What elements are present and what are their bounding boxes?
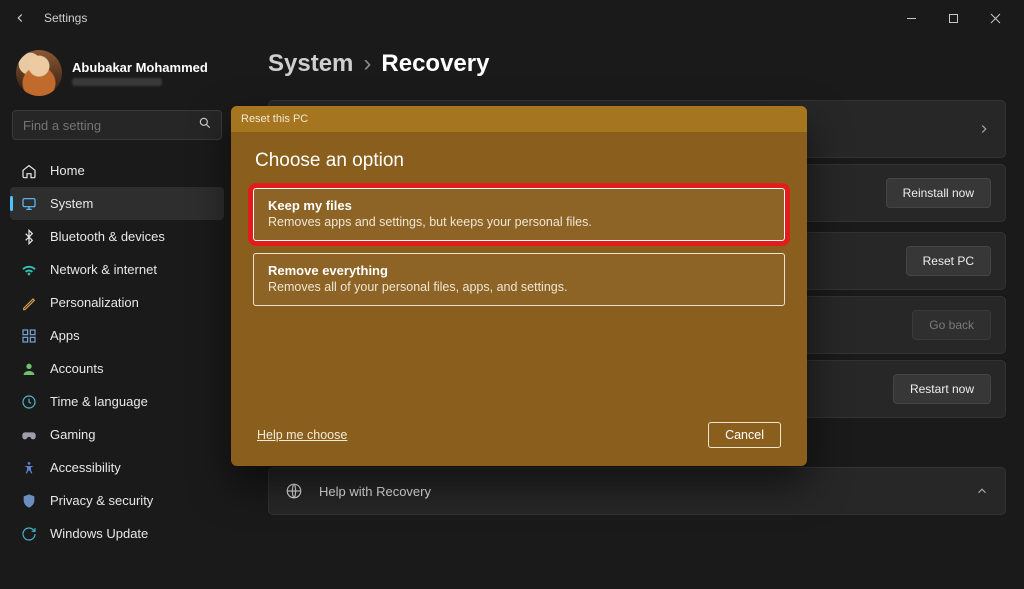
help-recovery-label: Help with Recovery [319, 484, 431, 499]
search-input[interactable] [12, 110, 222, 140]
sidebar-item-personal[interactable]: Personalization [10, 286, 224, 319]
nav: Home System Bluetooth & devices Network & i… [10, 154, 224, 550]
caption-buttons [890, 4, 1016, 32]
sidebar-item-access[interactable]: Accessibility [10, 451, 224, 484]
sidebar-item-label: Bluetooth & devices [50, 229, 165, 244]
option-remove-title: Remove everything [268, 263, 770, 278]
sidebar-item-net[interactable]: Network & internet [10, 253, 224, 286]
access-icon [20, 459, 38, 477]
breadcrumb-separator: › [363, 50, 371, 78]
sidebar-item-gaming[interactable]: Gaming [10, 418, 224, 451]
sidebar-item-label: Apps [50, 328, 80, 343]
minimize-button[interactable] [890, 4, 932, 32]
update-icon [20, 525, 38, 543]
titlebar: Settings [0, 0, 1024, 36]
profile-block[interactable]: Abubakar Mohammed [10, 42, 224, 110]
help-me-choose-link[interactable]: Help me choose [257, 428, 347, 442]
personal-icon [20, 294, 38, 312]
chevron-up-icon [975, 484, 989, 498]
privacy-icon [20, 492, 38, 510]
sidebar-item-label: Windows Update [50, 526, 148, 541]
avatar [16, 50, 62, 96]
chevron-right-icon [977, 122, 991, 136]
sidebar-item-label: System [50, 196, 93, 211]
maximize-button[interactable] [932, 4, 974, 32]
time-icon [20, 393, 38, 411]
sidebar-item-time[interactable]: Time & language [10, 385, 224, 418]
dialog-caption: Reset this PC [241, 113, 308, 125]
help-recovery-row[interactable]: Help with Recovery [268, 467, 1006, 515]
dialog-title: Choose an option [255, 150, 785, 172]
sidebar-item-label: Gaming [50, 427, 96, 442]
bt-icon [20, 228, 38, 246]
goback-button: Go back [912, 310, 991, 340]
sidebar-item-bt[interactable]: Bluetooth & devices [10, 220, 224, 253]
profile-name: Abubakar Mohammed [72, 60, 208, 75]
accounts-icon [20, 360, 38, 378]
window-title: Settings [44, 11, 87, 25]
sidebar-item-accounts[interactable]: Accounts [10, 352, 224, 385]
globe-icon [285, 482, 303, 500]
option-keep-my-files[interactable]: Keep my files Removes apps and settings,… [253, 188, 785, 241]
sidebar-item-update[interactable]: Windows Update [10, 517, 224, 550]
cancel-button[interactable]: Cancel [708, 422, 781, 448]
sidebar-item-label: Accessibility [50, 460, 121, 475]
sidebar-item-privacy[interactable]: Privacy & security [10, 484, 224, 517]
search-wrap [10, 110, 224, 150]
net-icon [20, 261, 38, 279]
option-remove-desc: Removes all of your personal files, apps… [268, 280, 770, 294]
close-button[interactable] [974, 4, 1016, 32]
sidebar-item-apps[interactable]: Apps [10, 319, 224, 352]
reset-pc-dialog: Reset this PC Choose an option Keep my f… [231, 106, 807, 466]
reinstall-button[interactable]: Reinstall now [886, 178, 991, 208]
profile-email-redacted [72, 78, 162, 86]
sidebar-item-label: Accounts [50, 361, 103, 376]
sidebar-item-label: Network & internet [50, 262, 157, 277]
sidebar-item-system[interactable]: System [10, 187, 224, 220]
breadcrumb-current: Recovery [381, 50, 489, 78]
sidebar-item-label: Privacy & security [50, 493, 153, 508]
sidebar-item-label: Personalization [50, 295, 139, 310]
option-remove-everything[interactable]: Remove everything Removes all of your pe… [253, 253, 785, 306]
dialog-titlebar: Reset this PC [231, 106, 807, 132]
apps-icon [20, 327, 38, 345]
gaming-icon [20, 426, 38, 444]
option-keep-title: Keep my files [268, 198, 770, 213]
sidebar-item-home[interactable]: Home [10, 154, 224, 187]
reset-button[interactable]: Reset PC [906, 246, 991, 276]
system-icon [20, 195, 38, 213]
sidebar-item-label: Time & language [50, 394, 148, 409]
home-icon [20, 162, 38, 180]
sidebar-item-label: Home [50, 163, 85, 178]
breadcrumb: System › Recovery [268, 44, 1006, 100]
arrow-left-icon [13, 11, 27, 25]
sidebar: Abubakar Mohammed Home System Bluetooth & … [0, 36, 230, 589]
back-button[interactable] [8, 6, 32, 30]
restart-button[interactable]: Restart now [893, 374, 991, 404]
search-icon [198, 116, 212, 130]
option-keep-desc: Removes apps and settings, but keeps you… [268, 215, 770, 229]
breadcrumb-parent[interactable]: System [268, 50, 353, 78]
